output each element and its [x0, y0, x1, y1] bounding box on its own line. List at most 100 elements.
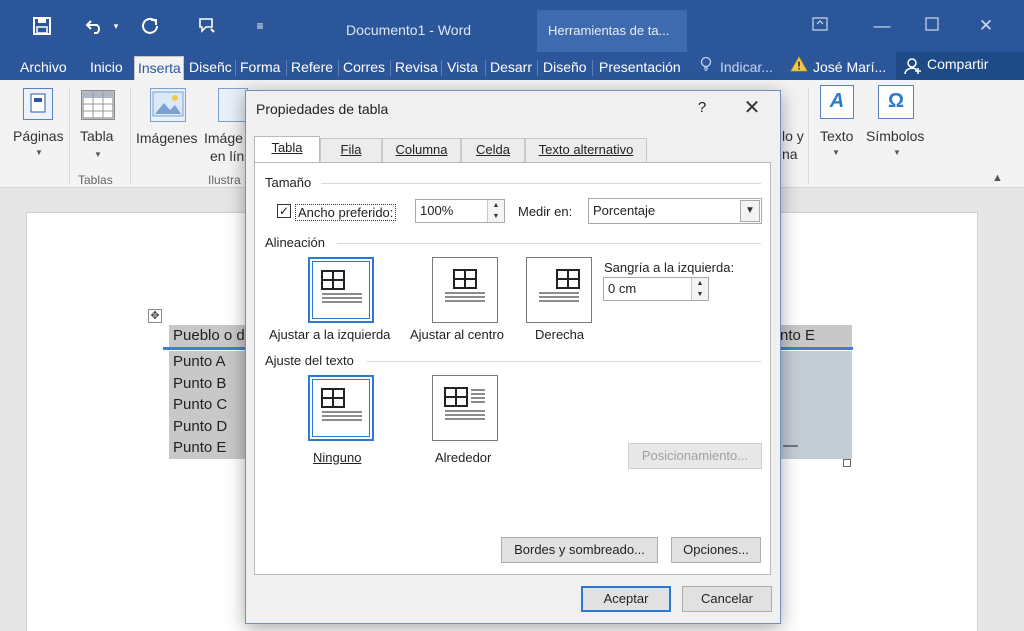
- left-indent-label: Sangría a la izquierda:: [604, 260, 735, 275]
- table-row-cell[interactable]: Punto D: [169, 416, 249, 437]
- tab-presentacion[interactable]: Presentación: [599, 56, 683, 80]
- table-resize-handle[interactable]: [843, 459, 851, 467]
- tab-archivo[interactable]: Archivo: [20, 56, 76, 80]
- close-icon[interactable]: ✕: [740, 95, 764, 120]
- minimize-icon[interactable]: —: [868, 16, 896, 40]
- links-partial-label-line2: na: [782, 146, 798, 162]
- dialog-tab-panel: Tamaño ✓ Ancho preferido: 100% ▲ ▼ Medir …: [254, 162, 771, 575]
- spin-up-icon[interactable]: ▲: [692, 278, 708, 289]
- cancel-button[interactable]: Cancelar: [682, 586, 772, 612]
- title-bar: ▾ ≡ Documento1 - Word Herramientas de ta…: [0, 0, 1024, 52]
- measure-in-value: Porcentaje: [593, 203, 656, 218]
- user-add-icon: [904, 57, 922, 78]
- align-left-option[interactable]: [308, 257, 374, 323]
- pages-button[interactable]: Páginas: [13, 128, 64, 144]
- preferred-width-checkbox[interactable]: ✓: [277, 204, 291, 218]
- borders-shading-button[interactable]: Bordes y sombreado...: [501, 537, 658, 563]
- spin-up-icon[interactable]: ▲: [488, 200, 504, 211]
- close-window-icon[interactable]: ✕: [972, 16, 1000, 40]
- table-move-handle-icon[interactable]: ✥: [148, 309, 162, 323]
- tell-me-icon[interactable]: [700, 56, 714, 80]
- align-right-label: Derecha: [535, 327, 585, 342]
- online-images-icon: [218, 88, 248, 122]
- tab-correspondencia[interactable]: Corres: [343, 56, 387, 80]
- table-button[interactable]: Tabla: [80, 128, 113, 144]
- align-left-label: Ajustar a la izquierda: [269, 327, 391, 342]
- text-icon: A: [820, 85, 854, 119]
- preferred-width-spinner[interactable]: ▲ ▼: [487, 200, 504, 222]
- pages-dropdown-icon[interactable]: ▼: [35, 148, 43, 157]
- ribbon-display-options-icon[interactable]: [806, 16, 834, 40]
- table-row-cell[interactable]: Punto A: [169, 351, 249, 373]
- user-account[interactable]: José Marí...: [813, 56, 889, 80]
- spin-down-icon[interactable]: ▼: [692, 289, 708, 300]
- tab-formato[interactable]: Forma: [240, 56, 284, 80]
- table-row-cell[interactable]: Punto E: [169, 437, 249, 459]
- wrap-none-label: Ninguno: [313, 450, 361, 465]
- table-row-cell[interactable]: Punto B: [169, 373, 249, 394]
- chevron-down-icon[interactable]: ▼: [740, 200, 760, 222]
- save-icon[interactable]: [30, 14, 54, 38]
- tab-celda[interactable]: Celda: [461, 138, 525, 162]
- wrap-none-option[interactable]: [308, 375, 374, 441]
- warning-icon[interactable]: [790, 56, 810, 80]
- align-right-option[interactable]: [526, 257, 592, 323]
- maximize-icon[interactable]: [918, 16, 946, 40]
- touch-mode-icon[interactable]: [194, 14, 220, 38]
- alignment-section-title: Alineación: [265, 235, 325, 250]
- tab-vista[interactable]: Vista: [447, 56, 483, 80]
- tab-diseno-tabla[interactable]: Diseño: [543, 56, 589, 80]
- symbols-button[interactable]: Símbolos: [866, 128, 924, 144]
- text-button[interactable]: Texto: [820, 128, 853, 144]
- positioning-button[interactable]: Posicionamiento...: [628, 443, 762, 469]
- table-row-cell[interactable]: Punto C: [169, 394, 249, 416]
- tab-referencias[interactable]: Refere: [291, 56, 337, 80]
- preferred-width-label[interactable]: Ancho preferido:: [295, 204, 397, 221]
- tab-revisar[interactable]: Revisa: [395, 56, 439, 80]
- align-center-option[interactable]: [432, 257, 498, 323]
- tab-celda-label: Celda: [476, 142, 510, 157]
- ok-button[interactable]: Aceptar: [581, 586, 671, 612]
- help-icon[interactable]: ?: [692, 99, 712, 116]
- undo-dropdown-icon[interactable]: ▾: [110, 14, 122, 38]
- images-button[interactable]: Imágenes: [136, 130, 197, 146]
- customize-qat-icon[interactable]: ≡: [252, 14, 268, 38]
- tab-diseno[interactable]: Diseñc: [189, 56, 233, 80]
- options-button[interactable]: Opciones...: [671, 537, 761, 563]
- table-header-cell[interactable]: Pueblo o d: [169, 325, 249, 347]
- tab-tabla[interactable]: Tabla: [254, 136, 320, 163]
- spin-down-icon[interactable]: ▼: [488, 211, 504, 222]
- links-partial-label: lo y: [782, 128, 804, 144]
- share-button[interactable]: Compartir: [896, 52, 1024, 80]
- dialog-tab-strip: Tabla Fila Columna Celda Texto alternati…: [254, 136, 771, 163]
- table-header-cell[interactable]: nto E: [776, 325, 852, 347]
- tab-separator: [338, 60, 339, 76]
- share-label: Compartir: [927, 56, 989, 72]
- tab-inserta[interactable]: Inserta: [134, 56, 184, 80]
- table-dropdown-icon[interactable]: ▼: [94, 150, 102, 159]
- tab-separator: [592, 60, 593, 76]
- text-dropdown-icon[interactable]: ▼: [832, 148, 840, 157]
- tab-columna[interactable]: Columna: [382, 138, 461, 162]
- tab-inicio[interactable]: Inicio: [90, 56, 130, 80]
- redo-icon[interactable]: [138, 14, 162, 38]
- tab-fila[interactable]: Fila: [320, 138, 382, 162]
- tell-me-input[interactable]: Indicar...: [720, 56, 778, 80]
- size-section-title: Tamaño: [265, 175, 312, 190]
- section-divider: [367, 361, 761, 362]
- wrap-around-icon: [444, 387, 485, 420]
- table-properties-dialog: Propiedades de tabla ? ✕ Tabla Fila Colu…: [245, 90, 781, 624]
- tab-desarrollador[interactable]: Desarr: [490, 56, 534, 80]
- online-images-button-line2: en lín: [210, 148, 245, 164]
- undo-icon[interactable]: [82, 14, 108, 38]
- measure-in-select[interactable]: Porcentaje ▼: [588, 198, 762, 224]
- text-wrap-section-title: Ajuste del texto: [265, 353, 354, 368]
- tab-texto-alternativo[interactable]: Texto alternativo: [525, 138, 647, 162]
- symbols-dropdown-icon[interactable]: ▼: [893, 148, 901, 157]
- online-images-button[interactable]: Imáge: [204, 130, 243, 146]
- pages-icon: [23, 88, 53, 120]
- collapse-ribbon-icon[interactable]: ▲: [992, 172, 1003, 184]
- align-left-icon: [321, 270, 362, 303]
- left-indent-spinner[interactable]: ▲ ▼: [691, 278, 708, 300]
- wrap-around-option[interactable]: [432, 375, 498, 441]
